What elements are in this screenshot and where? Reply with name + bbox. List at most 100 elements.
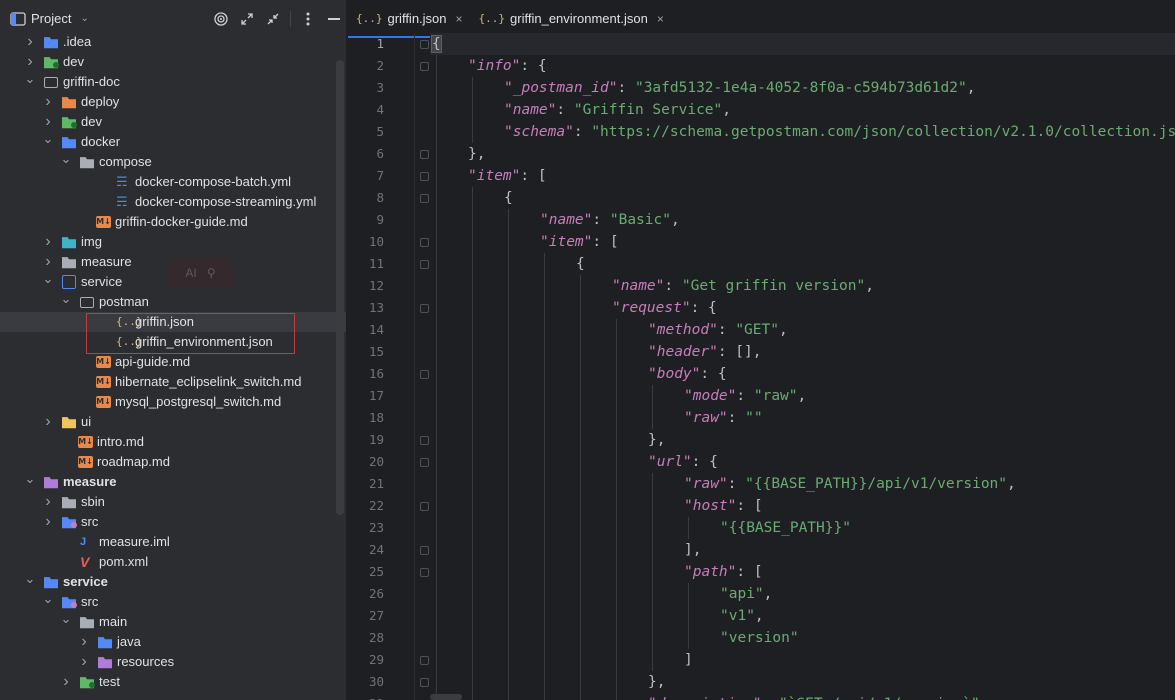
- fold-marker-icon[interactable]: [420, 656, 429, 665]
- locate-icon[interactable]: [208, 6, 234, 32]
- tree-item[interactable]: › .idea: [0, 32, 346, 52]
- chevron-right-icon[interactable]: ›: [42, 112, 54, 132]
- chevron-right-icon[interactable]: ›: [78, 652, 90, 672]
- editor-tab-bar: {..} griffin.json × {..} griffin_environment…: [348, 0, 1175, 38]
- fold-marker-icon[interactable]: [420, 150, 429, 159]
- code-area[interactable]: {"info": {"_postman_id": "3afd5132-1e4a-…: [430, 33, 1175, 700]
- chevron-down-icon[interactable]: ⌄: [42, 132, 54, 152]
- markdown-file-icon: M↓: [78, 436, 93, 448]
- tree-item[interactable]: M↓ hibernate_eclipselink_switch.md: [0, 372, 346, 392]
- tree-item[interactable]: › dev: [0, 52, 346, 72]
- chevron-down-icon[interactable]: ⌄: [24, 572, 36, 592]
- indent-guide: [544, 451, 545, 473]
- tree-item[interactable]: › ui: [0, 412, 346, 432]
- tree-item[interactable]: M↓ intro.md: [0, 432, 346, 452]
- fold-marker-icon[interactable]: [420, 458, 429, 467]
- tree-item[interactable]: M↓ griffin-docker-guide.md: [0, 212, 346, 232]
- indent-guide: [616, 649, 617, 671]
- tree-item[interactable]: › java: [0, 632, 346, 652]
- project-view-selector[interactable]: Project ⌄: [10, 11, 89, 26]
- chevron-right-icon[interactable]: ›: [42, 492, 54, 512]
- tree-item[interactable]: M↓ mysql_postgresql_switch.md: [0, 392, 346, 412]
- tree-item[interactable]: ⌄ docker: [0, 132, 346, 152]
- indent-guide: [436, 55, 437, 77]
- tree-item[interactable]: › test: [0, 672, 346, 692]
- tree-item[interactable]: Vpom.xml: [0, 552, 346, 572]
- indent-guide: [472, 495, 473, 517]
- chevron-right-icon[interactable]: ›: [42, 412, 54, 432]
- fold-marker-icon[interactable]: [420, 172, 429, 181]
- chevron-down-icon[interactable]: ⌄: [24, 472, 36, 492]
- tree-item[interactable]: › src: [0, 512, 346, 532]
- json-key: "name": [612, 278, 665, 294]
- options-icon[interactable]: [295, 6, 321, 32]
- chevron-down-icon[interactable]: ⌄: [42, 592, 54, 612]
- close-icon[interactable]: ×: [657, 12, 664, 26]
- tree-item[interactable]: › sbin: [0, 492, 346, 512]
- tree-item[interactable]: ☴ docker-compose-batch.yml: [0, 172, 346, 192]
- hide-icon[interactable]: [321, 6, 346, 32]
- tree-item[interactable]: › resources: [0, 652, 346, 672]
- tree-item[interactable]: ☴ docker-compose-streaming.yml: [0, 192, 346, 212]
- tree-item[interactable]: › img: [0, 232, 346, 252]
- chevron-right-icon[interactable]: ›: [24, 32, 36, 52]
- chevron-down-icon[interactable]: ⌄: [80, 13, 88, 24]
- tree-item[interactable]: ⌄ main: [0, 612, 346, 632]
- floating-ai-toolbar[interactable]: AI ⚲: [168, 258, 233, 288]
- json-file-icon: {..}: [116, 335, 143, 348]
- fold-marker-icon[interactable]: [420, 238, 429, 247]
- tree-item[interactable]: ⌄ griffin-doc: [0, 72, 346, 92]
- editor-tab[interactable]: {..} griffin.json ×: [348, 0, 471, 38]
- chevron-down-icon[interactable]: ⌄: [24, 72, 36, 92]
- ai-assistant-icon[interactable]: AI: [185, 266, 196, 280]
- collapse-all-icon[interactable]: [260, 6, 286, 32]
- tree-item[interactable]: {..} griffin_environment.json: [0, 332, 346, 352]
- tree-item[interactable]: Jmeasure.iml: [0, 532, 346, 552]
- fold-marker-icon[interactable]: [420, 436, 429, 445]
- tree-item[interactable]: ⌄ measure: [0, 472, 346, 492]
- fold-marker-icon[interactable]: [420, 304, 429, 313]
- chevron-right-icon[interactable]: ›: [42, 512, 54, 532]
- fold-marker-icon[interactable]: [420, 502, 429, 511]
- json-string: "v1": [720, 608, 755, 624]
- tree-item[interactable]: M↓ api-guide.md: [0, 352, 346, 372]
- indent-guide: [472, 385, 473, 407]
- tree-item[interactable]: ⌄ service: [0, 572, 346, 592]
- fold-marker-icon[interactable]: [420, 568, 429, 577]
- chevron-down-icon[interactable]: ⌄: [60, 612, 72, 632]
- indent-guide: [544, 517, 545, 539]
- chevron-right-icon[interactable]: ›: [24, 52, 36, 72]
- tree-item[interactable]: M↓ roadmap.md: [0, 452, 346, 472]
- chevron-down-icon[interactable]: ⌄: [60, 152, 72, 172]
- horizontal-scrollbar[interactable]: [430, 694, 462, 700]
- fold-marker-icon[interactable]: [420, 62, 429, 71]
- tree-item[interactable]: ⌄ src: [0, 592, 346, 612]
- fold-marker-icon[interactable]: [420, 260, 429, 269]
- tree-item[interactable]: › deploy: [0, 92, 346, 112]
- expand-all-icon[interactable]: [234, 6, 260, 32]
- fold-marker-icon[interactable]: [420, 546, 429, 555]
- chevron-right-icon[interactable]: ›: [42, 92, 54, 112]
- line-number: 6: [376, 146, 384, 161]
- fold-marker-icon[interactable]: [420, 194, 429, 203]
- chevron-right-icon[interactable]: ›: [42, 232, 54, 252]
- editor-tab[interactable]: {..} griffin_environment.json ×: [471, 0, 672, 37]
- chevron-right-icon[interactable]: ›: [42, 252, 54, 272]
- tree-item[interactable]: ⌄ compose: [0, 152, 346, 172]
- fold-marker-icon[interactable]: [420, 678, 429, 687]
- close-icon[interactable]: ×: [456, 12, 463, 26]
- tree-item[interactable]: {..} griffin.json: [0, 312, 346, 332]
- json-punctuation: : [: [520, 168, 547, 184]
- search-icon[interactable]: ⚲: [207, 266, 216, 280]
- chevron-right-icon[interactable]: ›: [60, 672, 72, 692]
- fold-marker-icon[interactable]: [420, 370, 429, 379]
- tree-item[interactable]: › dev: [0, 112, 346, 132]
- chevron-down-icon[interactable]: ⌄: [42, 272, 54, 292]
- tree-scrollbar[interactable]: [336, 60, 344, 515]
- fold-marker-icon[interactable]: [420, 40, 429, 49]
- tree-item[interactable]: ⌄ postman: [0, 292, 346, 312]
- chevron-down-icon[interactable]: ⌄: [60, 292, 72, 312]
- chevron-right-icon[interactable]: ›: [78, 632, 90, 652]
- indent-guide: [508, 561, 509, 583]
- json-string: "`GET /api/v1/version`": [779, 696, 980, 700]
